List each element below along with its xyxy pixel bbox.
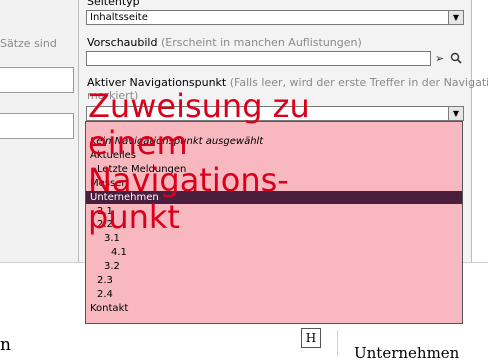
nav-option-label: Kontakt	[90, 302, 129, 314]
nav-option[interactable]: Kontakt	[86, 302, 462, 315]
seitentyp-select[interactable]: Inhaltsseite ▼	[86, 10, 464, 25]
background-field[interactable]	[0, 113, 74, 139]
column-divider	[337, 330, 338, 356]
background-text: Sätze sind	[0, 37, 57, 50]
nav-option[interactable]: 2.4	[86, 288, 462, 301]
pointer-select-icon[interactable]: ➢	[435, 53, 444, 65]
sidebar-heading: Unternehmen	[354, 344, 460, 362]
seitentyp-label: Seitentyp	[87, 0, 140, 8]
annotation-line: punkt	[88, 198, 180, 236]
seitentyp-value: Inhaltsseite	[90, 12, 148, 23]
page-heading-fragment: n	[0, 335, 11, 355]
chevron-down-icon[interactable]: ▼	[448, 11, 463, 24]
annotation-line: einem Navigations-	[88, 124, 289, 199]
nav-option[interactable]: 2.3	[86, 274, 462, 287]
nav-option[interactable]: 3.2	[86, 260, 462, 273]
heading-icon[interactable]: H	[301, 328, 321, 348]
vorschaubild-input[interactable]	[86, 51, 431, 66]
annotation-line: Zuweisung zu	[88, 87, 310, 125]
nav-option-label: 2.4	[97, 288, 113, 300]
nav-option-label: 4.1	[111, 247, 127, 259]
background-panel: Sätze sind	[0, 0, 79, 262]
nav-option[interactable]: 4.1	[86, 246, 462, 259]
chevron-down-icon[interactable]: ▼	[448, 107, 463, 120]
search-icon[interactable]	[450, 52, 462, 67]
nav-option-label: 2.3	[97, 275, 113, 286]
vorschaubild-hint: (Erscheint in manchen Auflistungen)	[160, 36, 362, 49]
vorschaubild-label: Vorschaubild (Erscheint in manchen Aufli…	[87, 36, 362, 49]
background-field[interactable]	[0, 67, 74, 93]
nav-option-label: 3.2	[104, 261, 120, 273]
annotation-text: Zuweisung zu einem Navigations- punkt	[88, 88, 378, 236]
